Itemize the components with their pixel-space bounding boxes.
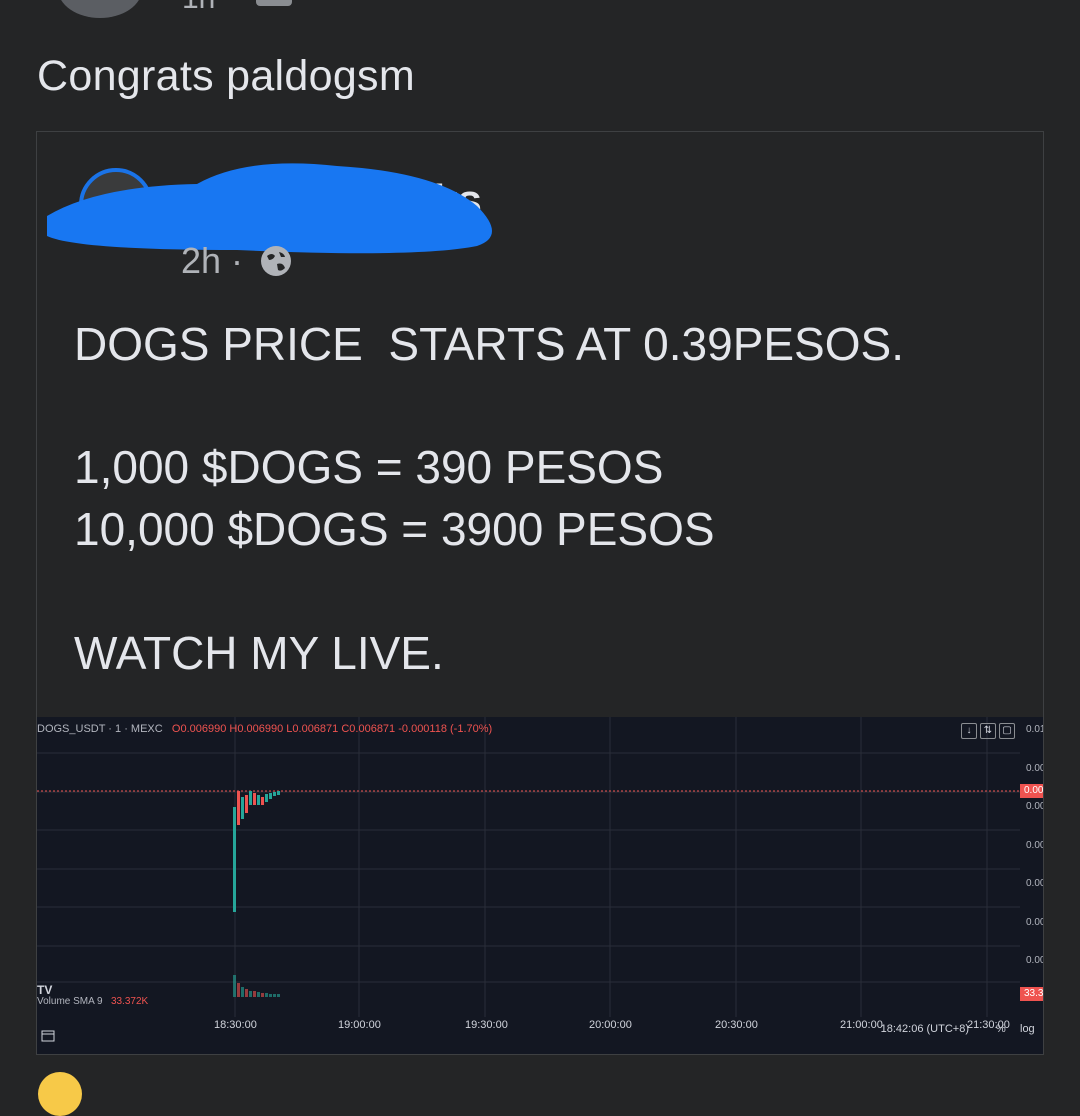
- post-time: 2h ·: [181, 240, 244, 281]
- volume-bar: [273, 994, 276, 997]
- volume-legend: Volume SMA 9 33.372K: [37, 996, 148, 1007]
- conversion-line-1: 1,000 $DOGS = 390 PESOS: [74, 441, 664, 493]
- price-label: 0.00: [1026, 763, 1044, 774]
- percent-button[interactable]: %: [996, 1023, 1006, 1035]
- candle-down: [253, 793, 256, 805]
- low-value: L0.006871: [286, 723, 339, 735]
- volume-bar: [253, 991, 256, 997]
- download-icon[interactable]: ↓: [961, 723, 977, 739]
- time-tick: 19:30:00: [465, 1019, 508, 1031]
- redaction-scribble: [47, 163, 492, 254]
- candle-up: [277, 791, 280, 795]
- emoji-icon: [38, 1072, 82, 1116]
- volume-label: Volume SMA 9: [37, 996, 103, 1007]
- volume-bar: [245, 989, 248, 997]
- volume-value: 33.372K: [110, 996, 149, 1007]
- post-text: Congrats paldogsm: [37, 52, 415, 100]
- candle-up: [249, 791, 252, 805]
- price-chart[interactable]: DOGS_USDT · 1 · MEXC O0.006990 H0.006990…: [37, 717, 1043, 1054]
- watch-live-line: WATCH MY LIVE.: [74, 627, 444, 679]
- volume-bar: [269, 994, 272, 997]
- volume-bar: [249, 991, 252, 997]
- change-value: -0.000118 (-1.70%): [398, 723, 493, 735]
- volume-bar: [257, 992, 260, 997]
- candle-up: [273, 792, 276, 796]
- candle-down: [261, 797, 264, 805]
- candle-up: [241, 797, 244, 819]
- commenter-avatar[interactable]: [58, 0, 142, 18]
- open-value: O0.006990: [171, 723, 227, 735]
- tradingview-logo[interactable]: TV: [37, 983, 52, 997]
- time-tick: 21:00:00: [840, 1019, 883, 1031]
- symbol-label: DOGS_USDT · 1 · MEXC: [37, 723, 163, 735]
- volume-bars: [233, 975, 280, 997]
- comment-time: 1h: [182, 0, 215, 16]
- volume-bar: [261, 993, 264, 997]
- chart-footer: 18:42:06 (UTC+8) % log: [37, 1023, 1043, 1054]
- volume-price-tag: 33.3: [1020, 987, 1043, 1001]
- price-axis: 0.01 0.00 0.00 0.00 0.00 0.00 0.00 0.00 …: [1020, 717, 1043, 1054]
- price-label: 0.01: [1026, 724, 1044, 735]
- close-value: C0.006871: [341, 723, 396, 735]
- chart-grid: [37, 717, 1020, 1017]
- time-tick: 19:00:00: [338, 1019, 381, 1031]
- candle-up: [269, 793, 272, 799]
- fullscreen-icon[interactable]: ▢: [999, 723, 1015, 739]
- candle-up: [265, 794, 268, 802]
- volume-bar: [265, 993, 268, 997]
- collapse-icon[interactable]: ⇅: [980, 723, 996, 739]
- price-label: 0.00: [1026, 878, 1044, 889]
- time-tick: 20:00:00: [589, 1019, 632, 1031]
- reaction-icon: [256, 0, 292, 6]
- high-value: H0.006990: [229, 723, 284, 735]
- globe-icon: [261, 246, 291, 276]
- log-button[interactable]: log: [1020, 1023, 1035, 1035]
- shared-post-card[interactable]: ks 2h · DOGS PRICE STARTS AT 0.39PESOS. …: [36, 131, 1044, 1055]
- conversion-line-2: 10,000 $DOGS = 3900 PESOS: [74, 503, 715, 555]
- current-price-tag: 0.00: [1020, 784, 1043, 798]
- candle-up: [257, 795, 260, 805]
- chart-header: DOGS_USDT · 1 · MEXC O0.006990 H0.006990…: [37, 723, 492, 735]
- time-tick: 18:30:00: [214, 1019, 257, 1031]
- price-label: 0.00: [1026, 801, 1044, 812]
- calendar-icon[interactable]: [41, 1029, 55, 1043]
- candle-down: [245, 795, 248, 813]
- price-label: 0.00: [1026, 955, 1044, 966]
- volume-bar: [241, 987, 244, 997]
- price-line: DOGS PRICE STARTS AT 0.39PESOS.: [74, 318, 904, 370]
- chart-clock[interactable]: 18:42:06 (UTC+8): [881, 1023, 969, 1035]
- time-tick: 20:30:00: [715, 1019, 758, 1031]
- candle-up-main: [233, 807, 236, 912]
- price-label: 0.00: [1026, 840, 1044, 851]
- price-label: 0.00: [1026, 917, 1044, 928]
- candle-down: [237, 791, 240, 825]
- volume-bar: [237, 983, 240, 997]
- volume-bar: [233, 975, 236, 997]
- volume-bar: [277, 994, 280, 997]
- chart-controls: ↓ ⇅ ▢: [961, 723, 1015, 739]
